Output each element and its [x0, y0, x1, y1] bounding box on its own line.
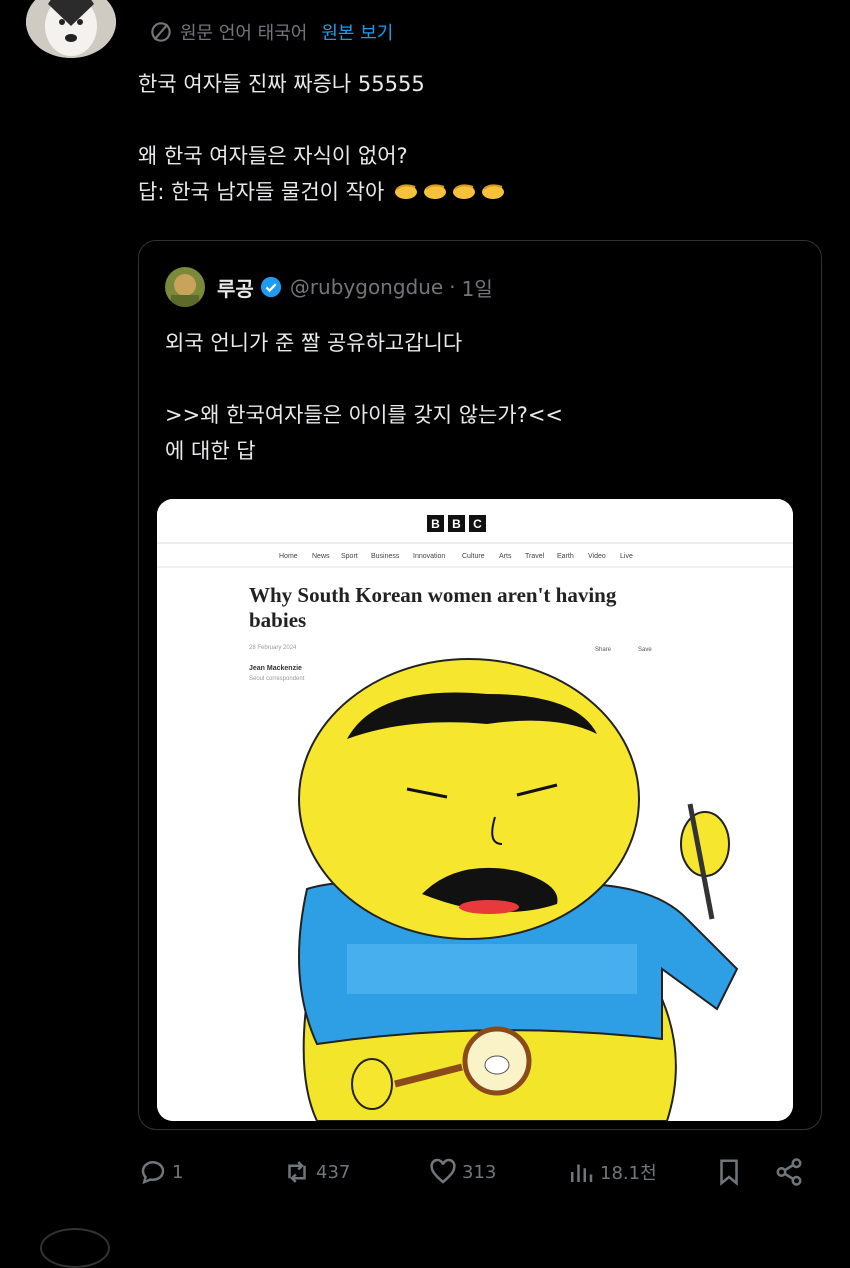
bbc-nav-item: Arts — [499, 553, 512, 560]
pinching-hand-icon — [481, 184, 504, 199]
bbc-nav-item: Video — [588, 553, 606, 560]
reply-count: 1 — [172, 1161, 184, 1183]
post-text-line: 한국 여자들 진짜 짜증나 55555 — [138, 72, 425, 96]
translation-label: 원문 언어 태국어 — [180, 23, 308, 44]
reply-button[interactable]: 1 — [138, 1150, 183, 1194]
bbc-logo-letter: B — [431, 517, 440, 531]
repost-button[interactable]: 437 — [282, 1150, 350, 1194]
post-text-line: 답: 한국 남자들 물건이 작아 — [138, 174, 798, 210]
quoted-post-header: 루공 @rubygongdue · 1일 — [165, 267, 493, 307]
view-count: 18.1천 — [600, 1163, 657, 1184]
post-text-line: 왜 한국 여자들은 자식이 없어? — [138, 144, 408, 168]
meme-image: B B C Home News Sport Business Innovatio… — [157, 499, 793, 1121]
quoted-text-line: >>왜 한국여자들은 아이를 갖지 않는가?<< — [165, 403, 564, 427]
quoted-author-avatar[interactable] — [165, 267, 205, 307]
bbc-nav-item: Home — [279, 553, 298, 560]
quoted-post-image[interactable]: B B C Home News Sport Business Innovatio… — [157, 499, 793, 1121]
quoted-text-line: 에 대한 답 — [165, 439, 256, 463]
bbc-share-label: Share — [595, 647, 612, 653]
bookmark-icon — [720, 1159, 738, 1186]
verified-badge-icon — [260, 276, 281, 298]
repost-count: 437 — [316, 1161, 351, 1183]
bbc-nav-item: Business — [371, 553, 400, 560]
separator-dot: · — [449, 275, 456, 299]
bbc-nav-item: Live — [620, 553, 633, 560]
share-button[interactable] — [774, 1150, 808, 1194]
pinching-hand-icon — [423, 184, 446, 199]
bbc-author: Jean Mackenzie — [249, 665, 302, 672]
bbc-nav-item: Earth — [557, 553, 574, 560]
like-count: 313 — [462, 1161, 497, 1183]
show-original-link[interactable]: 원본 보기 — [321, 19, 393, 45]
bookmark-button[interactable] — [714, 1150, 748, 1194]
translate-icon — [151, 22, 171, 42]
translation-info: 원문 언어 태국어 원본 보기 — [148, 18, 393, 46]
bbc-headline-line: babies — [249, 608, 306, 632]
bbc-logo-letter: B — [452, 517, 461, 531]
post-text: 한국 여자들 진짜 짜증나 55555 왜 한국 여자들은 자식이 없어? 답:… — [138, 66, 798, 210]
bbc-nav-item: News — [312, 553, 330, 560]
analytics-icon — [571, 1164, 593, 1182]
pinching-hand-icon — [452, 184, 475, 199]
author-avatar[interactable] — [26, 0, 116, 58]
reply-icon — [141, 1161, 165, 1185]
quoted-author-name[interactable]: 루공 — [217, 273, 254, 302]
bbc-nav-item: Innovation — [413, 553, 445, 560]
bbc-nav-item: Culture — [462, 553, 485, 560]
bbc-nav-item: Travel — [525, 553, 545, 560]
like-button[interactable]: 313 — [428, 1150, 496, 1194]
bbc-article-date: 28 February 2024 — [249, 645, 297, 651]
quoted-post-time[interactable]: 1일 — [462, 273, 493, 302]
quoted-post[interactable]: 루공 @rubygongdue · 1일 외국 언니가 준 짤 공유하고갑니다 … — [138, 240, 822, 1130]
next-post-avatar[interactable] — [40, 1228, 110, 1268]
bbc-headline-line: Why South Korean women aren't having — [249, 583, 617, 607]
bbc-author-role: Seoul correspondent — [249, 676, 305, 682]
bbc-nav-item: Sport — [341, 553, 358, 560]
pinching-hand-icon — [394, 184, 417, 199]
repost-icon — [288, 1161, 306, 1183]
bbc-logo-letter: C — [473, 517, 482, 531]
heart-icon — [430, 1158, 456, 1184]
quoted-post-text: 외국 언니가 준 짤 공유하고갑니다 >>왜 한국여자들은 아이를 갖지 않는가… — [165, 325, 785, 469]
post-action-bar: 1 437 313 18.1천 — [138, 1150, 828, 1194]
quoted-author-handle[interactable]: @rubygongdue — [290, 275, 443, 299]
bbc-logo: B B C — [427, 515, 486, 532]
views-button[interactable]: 18.1천 — [566, 1150, 657, 1194]
share-icon — [776, 1158, 802, 1186]
bbc-save-label: Save — [638, 647, 652, 653]
quoted-text-line: 외국 언니가 준 짤 공유하고갑니다 — [165, 331, 463, 355]
